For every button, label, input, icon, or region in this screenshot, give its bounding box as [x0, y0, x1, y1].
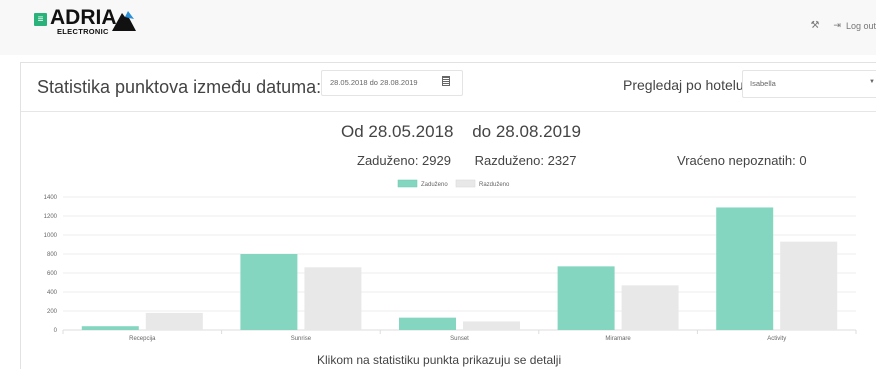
bar-returned[interactable]	[145, 312, 203, 330]
x-tick-label: Activity	[767, 336, 786, 342]
logout-label: Log out	[845, 20, 876, 31]
y-tick-label: 400	[47, 290, 58, 296]
y-tick-label: 1000	[44, 233, 58, 239]
x-tick-label: Sunrise	[291, 336, 312, 342]
navbar: ≡ ADRIA ELECTRONIC ⚒ ⇥ Log out	[0, 0, 876, 55]
logout-link[interactable]: ⇥ Log out	[833, 20, 876, 31]
y-tick-label: 600	[47, 271, 58, 277]
legend-label[interactable]: Razduženo	[479, 182, 510, 188]
logout-icon: ⇥	[833, 20, 841, 30]
bar-returned[interactable]	[621, 285, 679, 330]
logo-mark-icon	[112, 11, 136, 31]
logo-subtext: ELECTRONIC	[57, 27, 109, 36]
legend-swatch[interactable]	[397, 179, 418, 188]
chart-note: Klikom na statistiku punkta prikazuju se…	[317, 353, 562, 367]
statistics-panel: Statistika punktova između datuma: 28.05…	[20, 62, 876, 369]
legend-swatch[interactable]	[455, 179, 476, 188]
bar-issued[interactable]	[716, 207, 774, 330]
bar-returned[interactable]	[780, 241, 838, 330]
bar-issued[interactable]	[399, 317, 456, 330]
x-tick-label: Sunset	[450, 336, 469, 342]
bar-issued[interactable]	[240, 254, 298, 330]
bar-returned[interactable]	[304, 267, 362, 330]
x-tick-label: Recepcija	[129, 336, 156, 342]
y-tick-label: 200	[47, 309, 58, 315]
nav-right: ⚒ ⇥ Log out	[810, 20, 876, 31]
x-tick-label: Miramare	[605, 336, 631, 342]
bar-issued[interactable]	[557, 266, 615, 330]
bar-returned[interactable]	[463, 321, 520, 330]
y-tick-label: 800	[47, 252, 58, 258]
legend-label[interactable]: Zaduženo	[421, 182, 448, 188]
wrench-icon[interactable]: ⚒	[810, 20, 819, 31]
menu-icon[interactable]: ≡	[34, 13, 47, 26]
bar-issued[interactable]	[81, 326, 139, 330]
y-tick-label: 0	[54, 328, 58, 334]
y-tick-label: 1200	[44, 214, 58, 220]
y-tick-label: 1400	[44, 195, 58, 201]
bar-chart[interactable]: 0 200 400 600 800 1000 1200 1400 Recepcija Sunris…	[21, 63, 871, 353]
